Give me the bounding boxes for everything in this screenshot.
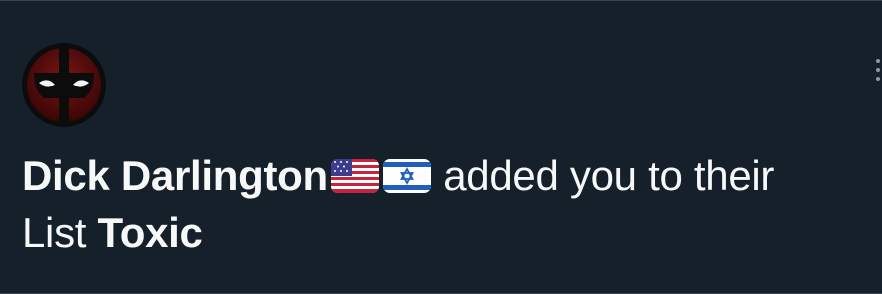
list-word: List bbox=[22, 209, 98, 256]
deadpool-mask-icon bbox=[22, 43, 106, 127]
user-name-link[interactable]: Dick Darlington bbox=[22, 152, 328, 199]
notification-message: Dick Darlington added you to their List … bbox=[22, 147, 872, 261]
israel-flag-icon bbox=[382, 157, 432, 195]
more-options-icon[interactable] bbox=[872, 59, 882, 87]
list-name-link[interactable]: Toxic bbox=[98, 209, 203, 256]
list-added-notification[interactable]: Dick Darlington added you to their List … bbox=[0, 0, 882, 294]
us-flag-icon bbox=[330, 157, 380, 195]
user-avatar[interactable] bbox=[22, 43, 106, 127]
action-text: added you to their bbox=[431, 152, 775, 199]
